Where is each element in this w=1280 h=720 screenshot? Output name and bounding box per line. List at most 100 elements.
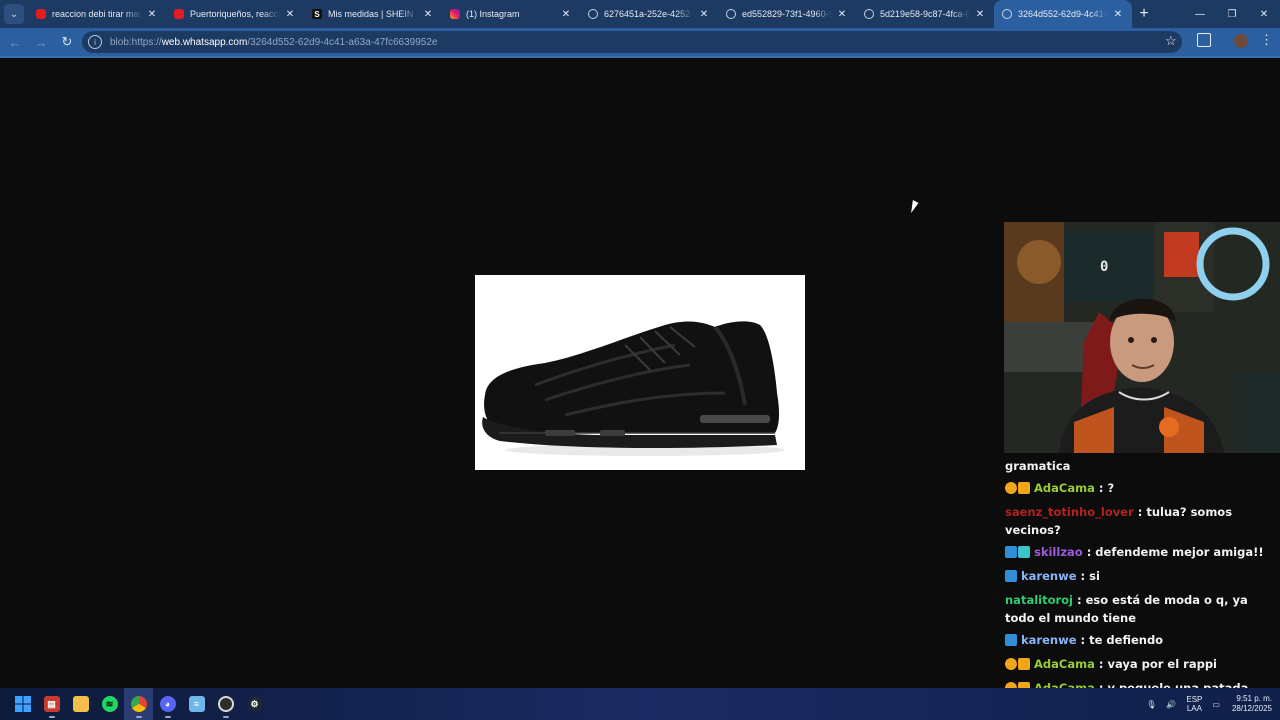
obs-icon[interactable] [211, 688, 240, 720]
chrome-icon[interactable] [124, 688, 153, 720]
sneaker-image [475, 275, 805, 470]
url-host: web.whatsapp.com [161, 36, 248, 48]
spotify-icon[interactable]: ≋ [95, 688, 124, 720]
chat-message: skillzao : defendeme mejor amiga!! [1003, 541, 1280, 565]
close-window-icon[interactable]: ✕ [1248, 0, 1280, 28]
browser-tab[interactable]: ed552829-73f1-4960-9f4 ✕ [718, 0, 856, 28]
file-explorer-icon[interactable] [66, 688, 95, 720]
chat-badge-icon [1005, 570, 1017, 582]
webcam-scene: 0 [1004, 222, 1280, 453]
chat-username[interactable]: natalitoroj [1005, 593, 1073, 607]
chat-message: AdaCama : ? [1003, 477, 1280, 501]
reload-icon[interactable]: ↻ [54, 29, 80, 55]
chat-message: AdaCama : vaya por el rappi [1003, 653, 1280, 677]
taskbar-clock[interactable]: 9:51 p. m. 28/12/2025 [1232, 694, 1272, 714]
globe-icon [588, 9, 598, 19]
tab-title: (1) Instagram [466, 9, 520, 19]
globe-icon [864, 9, 874, 19]
language-indicator[interactable]: ESP LAA [1186, 695, 1202, 713]
tab-close-icon[interactable]: ✕ [698, 9, 710, 20]
steam-icon[interactable]: ⚙ [240, 688, 269, 720]
tab-title: 3264d552-62d9-4c41-a6 [1018, 9, 1108, 19]
tab-close-icon[interactable]: ✕ [974, 9, 986, 20]
chat-badge-icon [1005, 658, 1017, 670]
browser-tab-strip: ⌄ reaccion debi tirar mas fu✕Puertorique… [0, 0, 1280, 28]
chat-username[interactable]: saenz_totinho_lover [1005, 505, 1134, 519]
language-code: ESP [1186, 695, 1203, 704]
globe-icon [726, 9, 736, 19]
wall-digit: 0 [1100, 259, 1108, 275]
chat-badge-icon [1005, 482, 1017, 494]
chat-text: : si [1076, 569, 1100, 583]
stream-chat: gramatica AdaCama : ? saenz_totinho_lover … [1003, 455, 1280, 720]
url-path: /3264d552-62d9-4c41-a63a-47fc6639952e [247, 36, 438, 48]
chat-badge-icon [1005, 546, 1017, 558]
tab-title: Puertoriqueños, reacción [190, 9, 280, 19]
site-info-icon[interactable]: i [88, 35, 102, 49]
volume-icon[interactable]: 🔊 [1166, 700, 1176, 709]
chat-badge-icon [1005, 634, 1017, 646]
chat-message: saenz_totinho_lover : tulua? somos vecin… [1003, 501, 1280, 541]
streamer-webcam: 0 [1004, 222, 1280, 453]
restore-icon[interactable]: ❐ [1216, 0, 1248, 28]
chat-text: : vaya por el rappi [1094, 657, 1218, 671]
tab-close-icon[interactable]: ✕ [284, 9, 296, 20]
system-tray: 🎙 🔊 ESP LAA ▭ 9:51 p. m. 28/12/2025 [1136, 688, 1272, 720]
chat-badge-icon [1018, 546, 1030, 558]
youtube-icon [174, 9, 184, 19]
new-tab-plus-icon[interactable]: + [1132, 2, 1156, 26]
shein-icon: S [312, 9, 322, 19]
browser-tab[interactable]: (1) Instagram ✕ [442, 0, 580, 28]
browser-tab[interactable]: Puertoriqueños, reacción ✕ [166, 0, 304, 28]
network-icon[interactable]: ▭ [1212, 700, 1220, 709]
bookmark-star-icon[interactable]: ☆ [1165, 33, 1177, 49]
window-controls: — ❐ ✕ [1184, 0, 1280, 28]
tab-close-icon[interactable]: ✕ [146, 9, 158, 20]
browser-tab[interactable]: reaccion debi tirar mas fu ✕ [28, 0, 166, 28]
forward-arrow-icon[interactable]: → [28, 29, 54, 55]
browser-tab[interactable]: 3264d552-62d9-4c41-a6 ✕ [994, 0, 1132, 28]
tab-close-icon[interactable]: ✕ [836, 9, 848, 20]
minimize-icon[interactable]: — [1184, 0, 1216, 28]
chat-text: : defendeme mejor amiga!! [1082, 545, 1264, 559]
chat-text: gramatica [1005, 459, 1071, 473]
tab-search-chevron-icon[interactable]: ⌄ [4, 4, 24, 24]
extensions-icon[interactable] [1197, 33, 1211, 47]
notepad-icon[interactable]: ≡ [182, 688, 211, 720]
tab-title: Mis medidas | SHEIN [328, 9, 414, 19]
profile-avatar-icon[interactable] [1234, 34, 1248, 48]
chat-message: gramatica [1003, 455, 1280, 477]
discord-icon[interactable]: ◕ [153, 688, 182, 720]
browser-tab[interactable]: 6276451a-252e-4252-87e ✕ [580, 0, 718, 28]
address-bar[interactable]: i blob:https://web.whatsapp.com/3264d552… [82, 31, 1182, 53]
chat-badges [1005, 633, 1018, 651]
chat-message: natalitoroj : eso está de moda o q, ya t… [1003, 589, 1280, 629]
microphone-icon[interactable]: 🎙 [1146, 700, 1156, 709]
windows-taskbar: ▤ ≋ ◕ ≡ ⚙ [0, 688, 1280, 720]
chat-username[interactable]: skillzao [1034, 545, 1083, 559]
tab-close-icon[interactable]: ✕ [1112, 9, 1124, 20]
tab-close-icon[interactable]: ✕ [560, 9, 572, 20]
tab-title: ed552829-73f1-4960-9f4 [742, 9, 832, 19]
browser-tab[interactable]: 5d219e58-9c87-4fca-885 ✕ [856, 0, 994, 28]
chat-message: karenwe : si [1003, 565, 1280, 589]
tab-title: reaccion debi tirar mas fu [52, 9, 142, 19]
chat-username[interactable]: AdaCama [1034, 657, 1095, 671]
tab-close-icon[interactable]: ✕ [422, 9, 434, 20]
instagram-icon [450, 9, 460, 19]
chat-username[interactable]: karenwe [1021, 569, 1077, 583]
back-arrow-icon[interactable]: ← [2, 29, 28, 55]
chat-badges [1005, 569, 1018, 587]
windows-start-icon[interactable] [8, 688, 37, 720]
chat-message: karenwe : te defiendo [1003, 629, 1280, 653]
browser-menu-icon[interactable]: ⋮ [1260, 32, 1273, 48]
tab-title: 6276451a-252e-4252-87e [604, 9, 694, 19]
url-scheme: blob:https:// [110, 36, 162, 48]
news-app-icon[interactable]: ▤ [37, 688, 66, 720]
chat-text: : ? [1094, 481, 1115, 495]
browser-tab[interactable]: S Mis medidas | SHEIN ✕ [304, 0, 442, 28]
chat-username[interactable]: AdaCama [1034, 481, 1095, 495]
browser-toolbar: ← → ↻ i blob:https://web.whatsapp.com/32… [0, 28, 1280, 56]
chat-badge-icon [1018, 658, 1030, 670]
chat-username[interactable]: karenwe [1021, 633, 1077, 647]
